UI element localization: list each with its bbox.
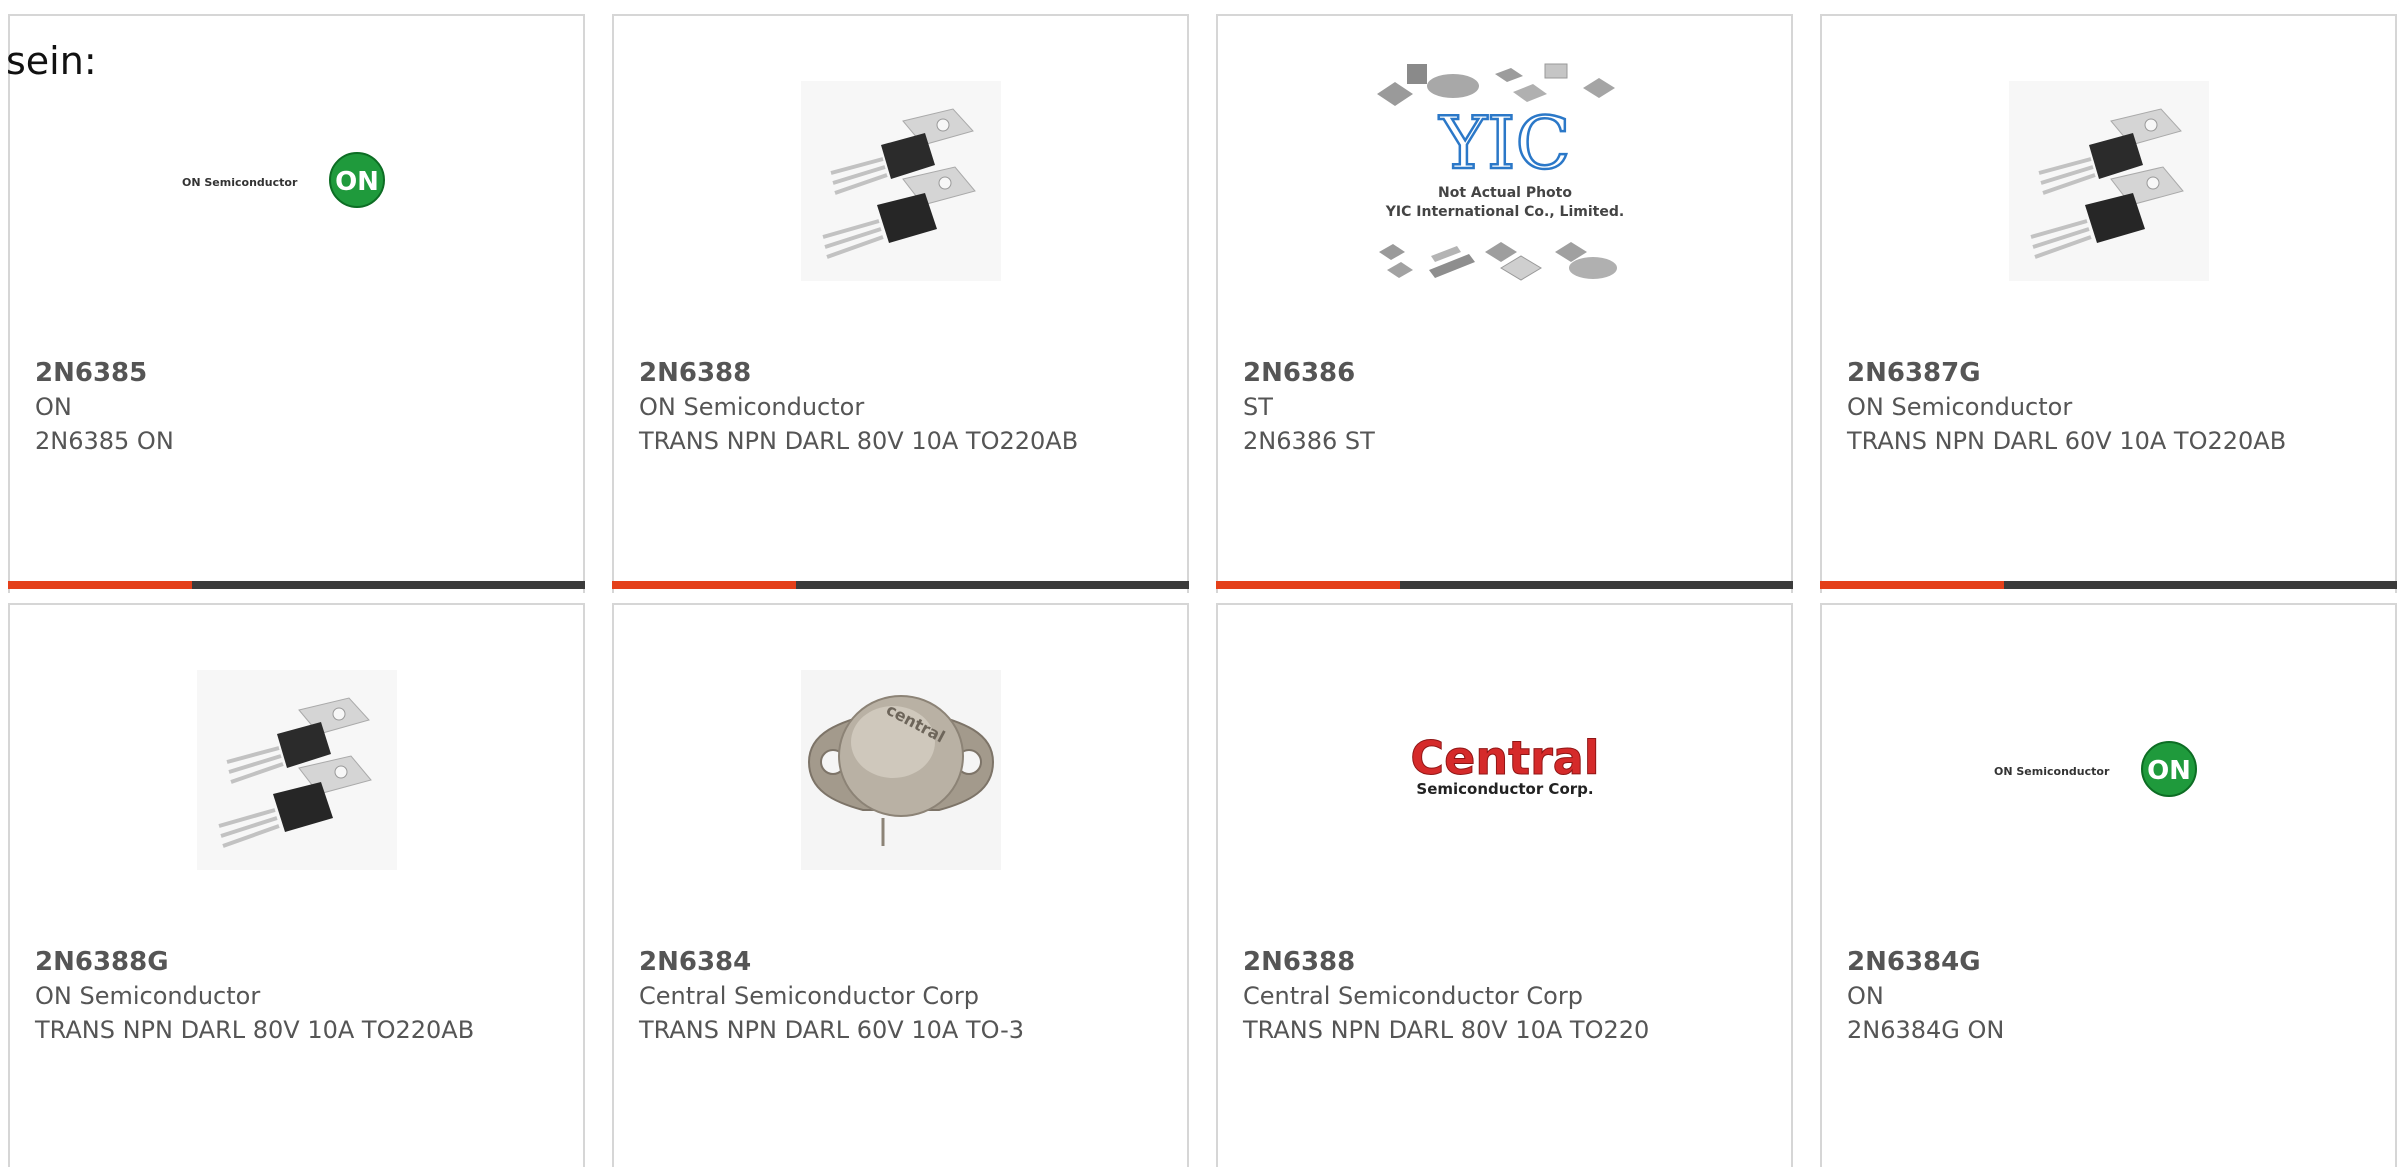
part-number-link[interactable]: 2N6386 [1243,356,1773,390]
product-image-to3[interactable]: central [614,605,1187,935]
product-image-yic-placeholder[interactable]: YIC Not Actual Photo YIC International C… [1218,16,1791,346]
logo-mark: ON [2147,756,2191,786]
manufacturer: ON Semiconductor [35,982,261,1010]
on-semiconductor-logo-icon: ON Semiconductor ON [1994,741,2197,797]
description: 2N6385 ON [35,427,174,455]
part-number-link[interactable]: 2N6387G [1847,356,2377,390]
description: TRANS NPN DARL 80V 10A TO220 [1243,1016,1650,1044]
product-card[interactable]: central 2N6384 Central Semiconductor Cor… [612,603,1189,1167]
product-image-on-semiconductor-logo[interactable]: ON Semiconductor ON [1822,605,2395,935]
product-grid-page: sein: ON Semiconductor ON 2N6385 ON 2N63… [0,0,2400,1167]
description: TRANS NPN DARL 80V 10A TO220AB [639,427,1079,455]
product-card[interactable]: Central Semiconductor Corp. 2N6388 Centr… [1216,603,1793,1167]
product-image-to220[interactable] [614,16,1187,346]
product-card[interactable]: YIC Not Actual Photo YIC International C… [1216,14,1793,593]
intro-text: sein: [6,39,97,83]
manufacturer: Central Semiconductor Corp [1243,982,1583,1010]
logo-text: ON Semiconductor [182,176,298,189]
card-footer-bar [1820,581,2397,589]
product-card[interactable]: 2N6388 ON Semiconductor TRANS NPN DARL 8… [612,14,1189,593]
description: TRANS NPN DARL 60V 10A TO-3 [639,1016,1025,1044]
part-number-link[interactable]: 2N6384G [1847,945,2377,979]
card-footer-bar [612,581,1189,589]
product-card[interactable]: 2N6387G ON Semiconductor TRANS NPN DARL … [1820,14,2397,593]
part-number-link[interactable]: 2N6385 [35,356,565,390]
manufacturer: ON [1847,982,1884,1010]
product-image-to220[interactable] [10,605,583,935]
product-card[interactable]: ON Semiconductor ON 2N6384G ON 2N6384G O… [1820,603,2397,1167]
to220-transistor-icon [800,81,1001,281]
to3-transistor-icon: central [800,670,1001,870]
part-number-link[interactable]: 2N6388G [35,945,565,979]
product-image-to220[interactable] [1822,16,2395,346]
yic-placeholder-icon: YIC Not Actual Photo YIC International C… [1376,63,1624,281]
yic-mark: YIC [1438,101,1570,185]
central-logo-text: Central [1410,731,1599,785]
card-footer-bar [1216,581,1793,589]
part-number-link[interactable]: 2N6388 [1243,945,1773,979]
product-card[interactable]: ON Semiconductor ON 2N6385 ON 2N6385 ON [8,14,585,593]
to220-transistor-icon [2008,81,2209,281]
to220-transistor-icon [196,670,397,870]
manufacturer: ST [1243,393,1273,421]
part-number-link[interactable]: 2N6388 [639,356,1169,390]
on-semiconductor-logo-icon: ON Semiconductor ON [182,152,385,208]
logo-mark: ON [335,167,379,197]
central-logo-subtext: Semiconductor Corp. [1416,780,1593,798]
caption-line-2: YIC International Co., Limited. [1384,204,1623,220]
product-image-central-logo[interactable]: Central Semiconductor Corp. [1218,605,1791,935]
description: TRANS NPN DARL 60V 10A TO220AB [1847,427,2287,455]
manufacturer: ON Semiconductor [639,393,865,421]
description: 2N6386 ST [1243,427,1375,455]
caption-line-1: Not Actual Photo [1438,185,1572,201]
card-footer-bar [8,581,585,589]
logo-text: ON Semiconductor [1994,765,2110,778]
part-number-link[interactable]: 2N6384 [639,945,1169,979]
description: TRANS NPN DARL 80V 10A TO220AB [35,1016,475,1044]
manufacturer: ON Semiconductor [1847,393,2073,421]
manufacturer: ON [35,393,72,421]
product-card[interactable]: 2N6388G ON Semiconductor TRANS NPN DARL … [8,603,585,1167]
description: 2N6384G ON [1847,1016,2005,1044]
central-semiconductor-logo-icon: Central Semiconductor Corp. [1409,731,1599,799]
manufacturer: Central Semiconductor Corp [639,982,979,1010]
